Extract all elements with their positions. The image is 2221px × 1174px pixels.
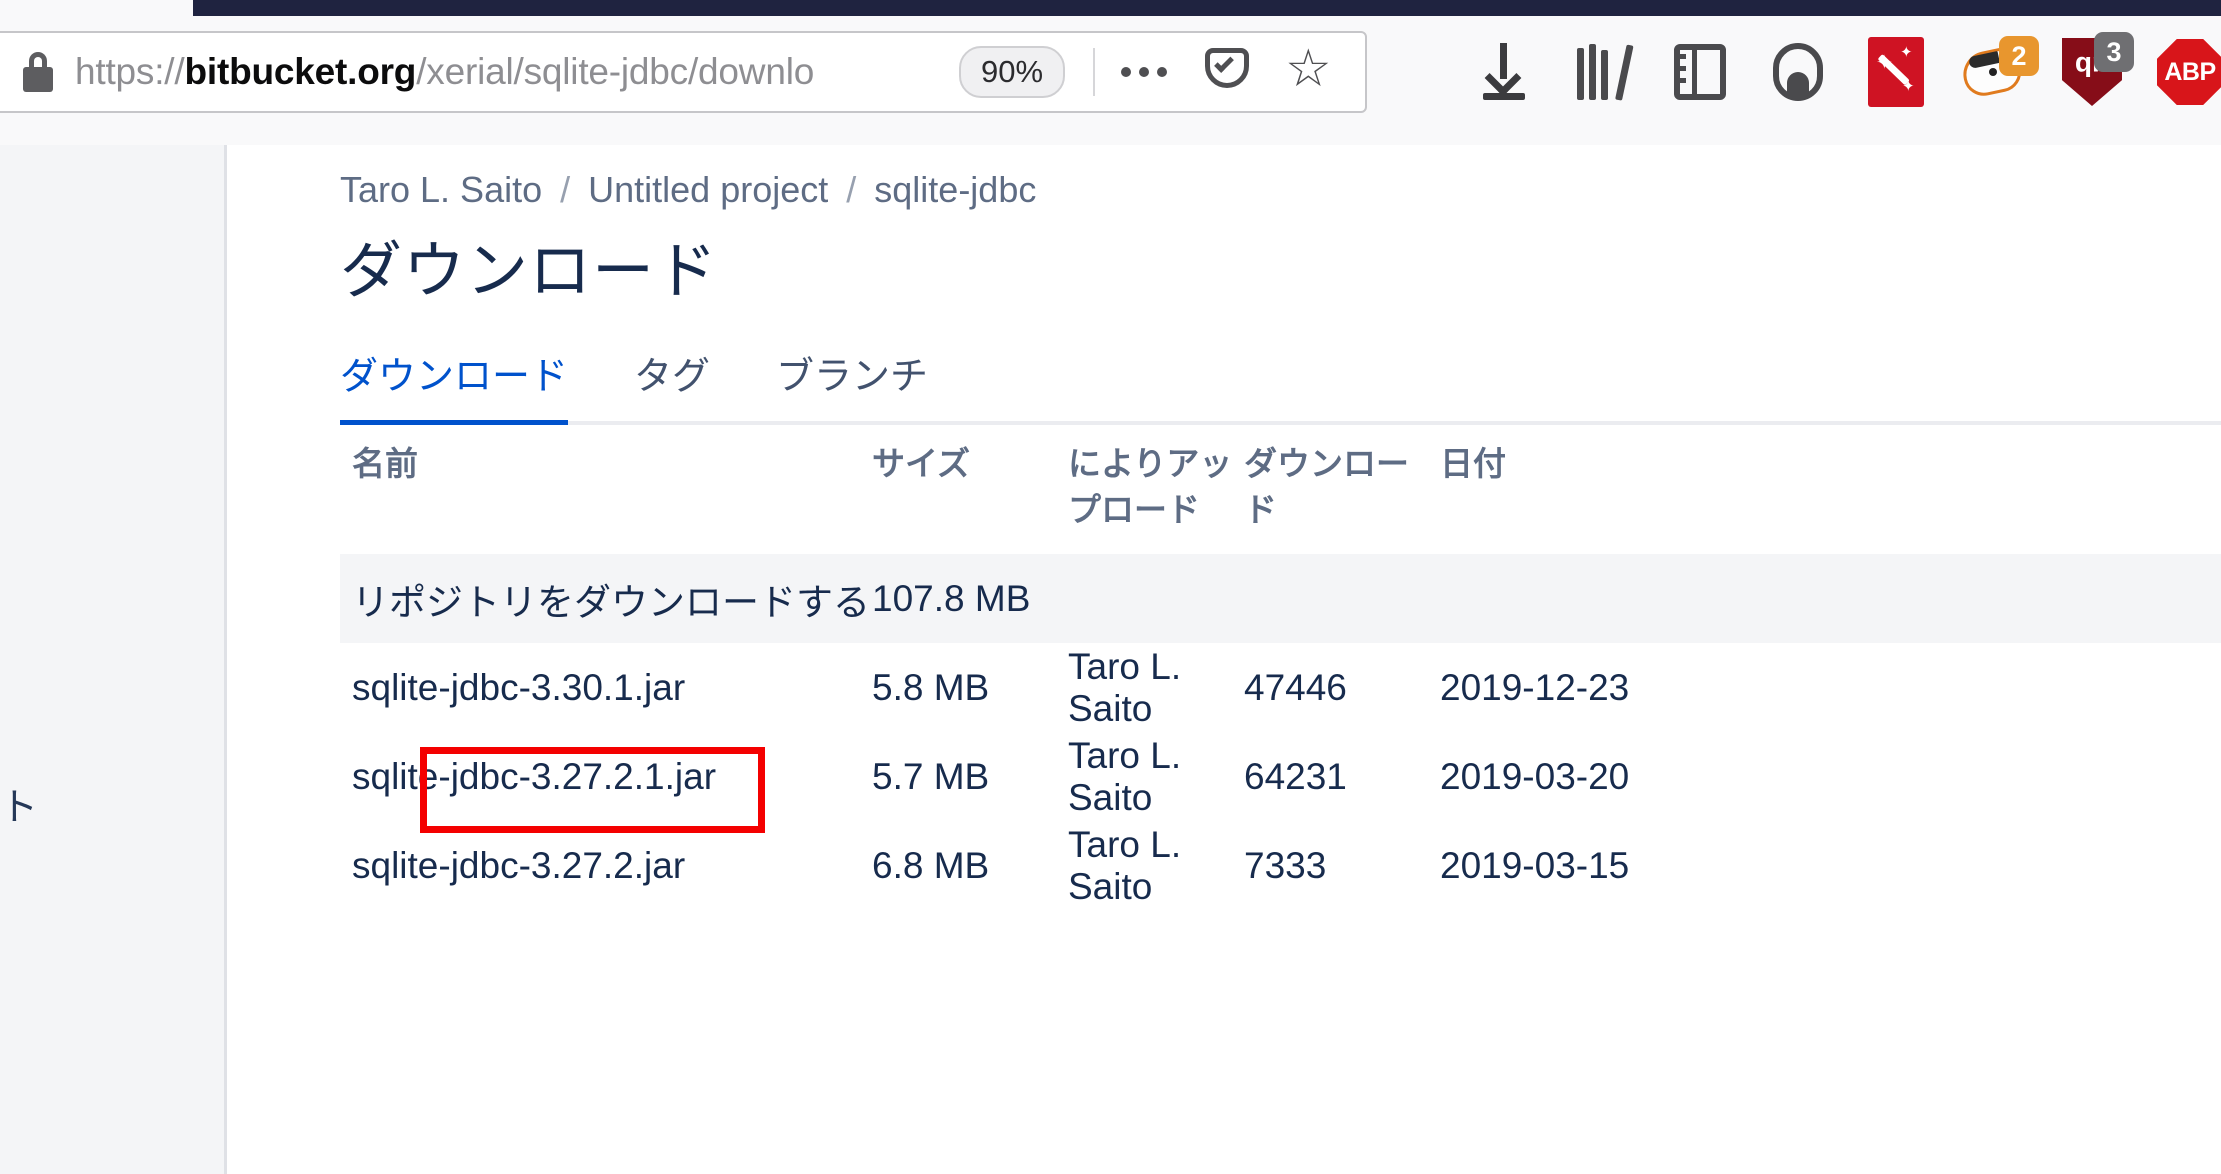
row-downloads: 47446 <box>1244 666 1347 708</box>
row-size: 5.7 MB <box>872 755 990 797</box>
zoom-level-button[interactable]: 90% <box>959 46 1066 98</box>
row-name[interactable]: sqlite-jdbc-3.27.2.jar <box>340 845 872 887</box>
magic-wand-extension-icon[interactable]: ✦ ✦ ✦ <box>1847 27 1945 117</box>
column-header-uploaded-by[interactable]: によりアップロード <box>1068 441 1244 532</box>
url-scheme: https:// <box>75 51 185 92</box>
row-downloads: 64231 <box>1244 755 1347 797</box>
column-header-date[interactable]: 日付 <box>1440 441 1760 487</box>
row-date: 2019-12-23 <box>1440 666 1630 708</box>
ublock-badge-count: 3 <box>2094 32 2134 72</box>
tab-branches[interactable]: ブランチ <box>776 345 928 425</box>
row-size: 5.8 MB <box>872 666 990 708</box>
row-date: 2019-03-20 <box>1440 755 1630 797</box>
adblock-plus-extension-icon[interactable]: ABP <box>2141 27 2221 117</box>
breadcrumb-repo[interactable]: sqlite-jdbc <box>874 169 1036 210</box>
row-date: 2019-03-15 <box>1440 844 1630 886</box>
breadcrumb: Taro L. Saito / Untitled project / sqlite-jd… <box>340 169 1036 211</box>
sidebar-icon[interactable] <box>1651 27 1749 117</box>
main-content: Taro L. Saito / Untitled project / sqlite-jd… <box>230 145 2221 1174</box>
breadcrumb-separator: / <box>846 169 857 210</box>
table-row[interactable]: リポジトリをダウンロードする 107.8 MB <box>340 554 2221 644</box>
browser-window: https://bitbucket.org/xerial/sqlite-jdbc… <box>0 0 2221 1174</box>
ublock-origin-extension-icon[interactable]: ub 3 <box>2043 27 2141 117</box>
library-icon[interactable] <box>1553 27 1651 117</box>
table-row[interactable]: sqlite-jdbc-3.27.2.jar 6.8 MB Taro L. Sa… <box>340 821 2221 910</box>
row-uploaded-by: Taro L. Saito <box>1068 734 1182 818</box>
row-uploaded-by: Taro L. Saito <box>1068 645 1182 729</box>
row-uploaded-by: Taro L. Saito <box>1068 823 1182 907</box>
downloads-icon[interactable] <box>1455 27 1553 117</box>
downloads-table: 名前 サイズ によりアップロード ダウンロード 日付 リポジトリをダウンロードす… <box>340 425 2221 910</box>
table-header-row: 名前 サイズ によりアップロード ダウンロード 日付 <box>340 425 2221 554</box>
breadcrumb-workspace[interactable]: Taro L. Saito <box>340 169 542 210</box>
abp-label: ABP <box>2164 57 2216 86</box>
row-size: 6.8 MB <box>872 844 990 886</box>
url-text[interactable]: https://bitbucket.org/xerial/sqlite-jdbc… <box>75 51 955 93</box>
row-name[interactable]: sqlite-jdbc-3.30.1.jar <box>340 667 872 709</box>
column-header-downloads[interactable]: ダウンロード <box>1244 441 1440 532</box>
column-header-name[interactable]: 名前 <box>340 441 872 487</box>
sidebar-clipped-label: ト <box>0 787 39 829</box>
pocket-icon[interactable] <box>1205 48 1250 96</box>
table-row[interactable]: sqlite-jdbc-3.30.1.jar 5.8 MB Taro L. Sa… <box>340 643 2221 732</box>
url-domain: bitbucket.org <box>184 51 417 92</box>
extension-toolbar: ✦ ✦ ✦ 2 ub 3 ABP <box>1455 22 2221 122</box>
row-downloads: 7333 <box>1244 844 1327 886</box>
repository-sidebar[interactable]: ト <box>0 145 227 1174</box>
address-bar[interactable]: https://bitbucket.org/xerial/sqlite-jdbc… <box>0 31 1367 113</box>
url-path: /xerial/sqlite-jdbc/downlo <box>416 51 815 92</box>
breadcrumb-separator: / <box>560 169 571 210</box>
page-viewport: ト Taro L. Saito / Untitled project / sqlite-… <box>0 145 2221 1174</box>
browser-chrome: https://bitbucket.org/xerial/sqlite-jdbc… <box>0 0 2221 145</box>
tab-downloads[interactable]: ダウンロード <box>340 345 569 425</box>
table-row[interactable]: sqlite-jdbc-3.27.2.1.jar 5.7 MB Taro L. … <box>340 732 2221 821</box>
row-size: 107.8 MB <box>872 577 1031 619</box>
toolbar-divider <box>1093 48 1096 96</box>
page-actions-icon[interactable] <box>1121 67 1168 77</box>
column-header-size[interactable]: サイズ <box>872 441 1068 487</box>
tab-bar: ダウンロード タグ ブランチ <box>340 345 2221 425</box>
tab-tags[interactable]: タグ <box>634 345 710 425</box>
page-title: ダウンロード <box>340 237 719 306</box>
row-name[interactable]: リポジトリをダウンロードする <box>340 572 872 626</box>
breadcrumb-project[interactable]: Untitled project <box>588 169 828 210</box>
privacy-badger-badge-count: 2 <box>1999 36 2039 76</box>
row-name[interactable]: sqlite-jdbc-3.27.2.1.jar <box>340 756 872 798</box>
page-top-navy-bar <box>193 0 2221 16</box>
lock-icon[interactable] <box>21 52 55 92</box>
bookmark-star-icon[interactable]: ☆ <box>1285 43 1332 95</box>
privacy-badger-extension-icon[interactable]: 2 <box>1945 27 2043 117</box>
account-icon[interactable] <box>1749 27 1847 117</box>
